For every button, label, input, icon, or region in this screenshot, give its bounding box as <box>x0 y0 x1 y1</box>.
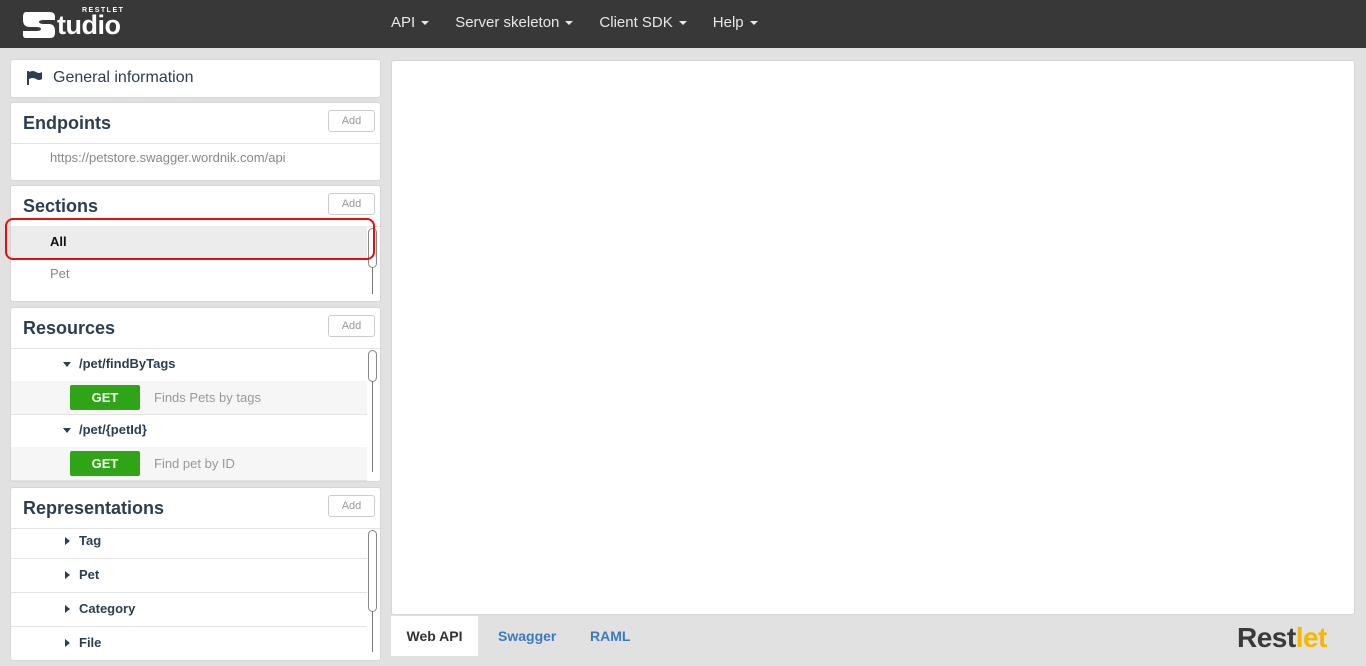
representation-label: Category <box>79 601 136 616</box>
caret-down-icon <box>421 21 430 26</box>
collapsed-triangle-icon <box>65 571 70 579</box>
get-method-badge: GET <box>70 385 140 410</box>
representations-panel: Representations Add Tag Pet Category Fil… <box>10 487 381 661</box>
main-content-area <box>391 60 1355 615</box>
menu-client-sdk-label: Client SDK <box>599 14 673 31</box>
resources-panel: Resources Add /pet/findByTags GET Finds … <box>10 307 381 482</box>
endpoints-panel: Endpoints Add https://petstore.swagger.w… <box>10 102 381 181</box>
representation-item-file[interactable]: File <box>11 627 367 660</box>
collapsed-triangle-icon <box>65 639 70 647</box>
caret-down-icon <box>749 21 758 26</box>
add-section-button[interactable]: Add <box>328 193 375 215</box>
resources-title: Resources <box>23 318 116 338</box>
resources-scrollbar[interactable] <box>368 350 377 472</box>
representation-item-tag[interactable]: Tag <box>11 525 367 559</box>
sections-panel: Sections Add All Pet St <box>10 185 381 302</box>
representations-header: Representations Add <box>11 488 380 529</box>
endpoints-title: Endpoints <box>23 113 111 133</box>
collapsed-triangle-icon <box>65 605 70 613</box>
scrollbar-thumb[interactable] <box>368 228 377 268</box>
menu-help[interactable]: Help <box>700 0 771 48</box>
representation-item-pet[interactable]: Pet <box>11 559 367 593</box>
caret-down-icon <box>565 21 574 26</box>
section-item-all[interactable]: All <box>11 226 367 258</box>
menu-api[interactable]: API <box>378 0 442 48</box>
endpoints-header: Endpoints Add <box>11 103 380 144</box>
general-information-item[interactable]: General information <box>10 59 381 98</box>
tab-swagger[interactable]: Swagger <box>498 616 556 656</box>
expand-triangle-icon <box>63 362 71 367</box>
menu-help-label: Help <box>712 14 744 31</box>
section-item-pet[interactable]: Pet <box>11 258 367 290</box>
method-item-findbytags-get[interactable]: GET Finds Pets by tags <box>11 381 367 415</box>
representation-label: File <box>79 635 102 650</box>
representations-scrollbar[interactable] <box>368 530 377 652</box>
menu-client-sdk[interactable]: Client SDK <box>586 0 699 48</box>
resource-path-label: /pet/{petId} <box>79 422 147 437</box>
sections-title: Sections <box>23 196 99 216</box>
add-representation-button[interactable]: Add <box>328 495 375 517</box>
general-information-label: General information <box>53 69 194 86</box>
main-menu: API Server skeleton Client SDK Help <box>378 0 771 48</box>
endpoint-item[interactable]: https://petstore.swagger.wordnik.com/api <box>50 150 286 165</box>
menu-server-skeleton-label: Server skeleton <box>455 14 560 31</box>
method-description: Finds Pets by tags <box>154 390 261 405</box>
method-description: Find pet by ID <box>154 456 235 471</box>
footer-logo-let: let <box>1295 622 1328 653</box>
top-navbar: RESTLET tudio API Server skeleton Client… <box>0 0 1366 48</box>
restlet-footer-logo: Restlet <box>1237 622 1327 654</box>
resource-path-label: /pet/findByTags <box>79 356 176 371</box>
resource-item-petid[interactable]: /pet/{petId} <box>11 414 367 448</box>
sections-header: Sections Add <box>11 186 380 227</box>
scrollbar-thumb[interactable] <box>368 350 377 382</box>
representation-item-category[interactable]: Category <box>11 593 367 627</box>
add-endpoint-button[interactable]: Add <box>328 110 375 132</box>
menu-server-skeleton[interactable]: Server skeleton <box>442 0 586 48</box>
representation-label: Pet <box>79 567 100 582</box>
representations-title: Representations <box>23 498 165 518</box>
scrollbar-thumb[interactable] <box>368 530 377 612</box>
collapsed-triangle-icon <box>65 537 70 545</box>
method-item-petid-get[interactable]: GET Find pet by ID <box>11 447 367 481</box>
section-item-label: Pet <box>50 266 70 281</box>
section-item-label: St <box>50 290 62 301</box>
expand-triangle-icon <box>63 428 71 433</box>
flag-icon <box>27 71 42 85</box>
menu-api-label: API <box>391 14 416 31</box>
section-item-label: All <box>50 234 67 249</box>
footer-logo-rest: Rest <box>1237 622 1296 653</box>
add-resource-button[interactable]: Add <box>328 315 375 337</box>
caret-down-icon <box>678 21 687 26</box>
representation-label: Tag <box>79 533 102 548</box>
sections-scrollbar[interactable] <box>368 228 377 294</box>
section-item-store[interactable]: St <box>11 290 367 301</box>
restlet-s-logo-icon <box>23 12 55 38</box>
tab-web-api[interactable]: Web API <box>391 616 478 656</box>
get-method-badge: GET <box>70 451 140 476</box>
logo-studio-text: tudio <box>57 10 121 40</box>
resource-item-findbytags[interactable]: /pet/findByTags <box>11 348 367 382</box>
resources-header: Resources Add <box>11 308 380 349</box>
tab-raml[interactable]: RAML <box>590 616 630 656</box>
